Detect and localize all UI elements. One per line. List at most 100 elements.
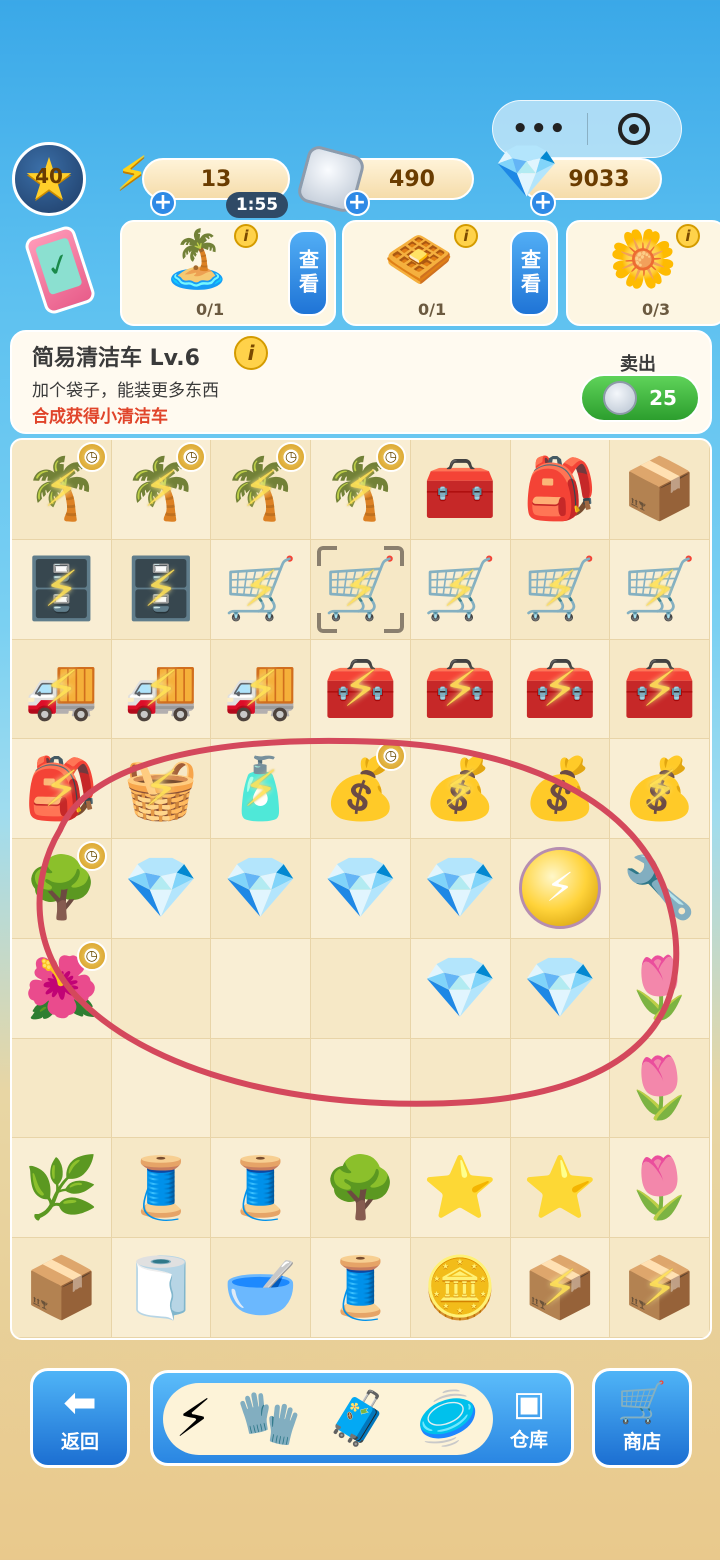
board-cell[interactable]: 🧵 bbox=[211, 1138, 312, 1239]
board-cell[interactable] bbox=[12, 1038, 112, 1139]
board-cell[interactable]: 📦 ⚡ bbox=[610, 1238, 710, 1338]
info-icon[interactable]: i bbox=[676, 224, 700, 248]
board-cell[interactable]: 📦 bbox=[610, 440, 710, 540]
lightning-overlay-icon: ⚡ bbox=[442, 659, 478, 718]
order-card[interactable]: 🌼 0/3 i bbox=[566, 220, 720, 326]
board-cell[interactable]: 💰 ◷ bbox=[311, 739, 411, 840]
board-cell[interactable]: 🌺 ◷ bbox=[12, 938, 112, 1039]
board-cell[interactable]: 🧰 ⚡ bbox=[410, 639, 511, 740]
board-cell[interactable]: 💎 bbox=[311, 839, 411, 939]
board-cell[interactable] bbox=[211, 938, 312, 1039]
board-cell[interactable]: 🛒 ⚡ bbox=[510, 539, 611, 640]
lightning-overlay-icon: ⚡ bbox=[342, 560, 379, 619]
board-cell[interactable]: 🔧 bbox=[610, 839, 710, 939]
board-cell[interactable]: 🧰 ⚡ bbox=[610, 639, 710, 740]
order-progress: 0/1 bbox=[196, 300, 225, 319]
glove-icon[interactable]: 🧤 bbox=[237, 1393, 302, 1445]
board-cell[interactable]: 🚚 ⚡ bbox=[111, 639, 212, 740]
info-icon[interactable]: i bbox=[234, 336, 268, 370]
close-mini-program-button[interactable] bbox=[588, 113, 682, 145]
board-cell[interactable]: 🌳 ◷ bbox=[12, 839, 112, 939]
board-cell[interactable]: 💰 ⚡ bbox=[610, 739, 710, 840]
board-cell[interactable]: 🚚 ⚡ bbox=[211, 639, 312, 740]
board-cell[interactable]: 🎒 bbox=[510, 440, 611, 540]
board-cell[interactable]: 💎 bbox=[211, 839, 312, 939]
info-icon[interactable]: i bbox=[454, 224, 478, 248]
board-cell[interactable]: 📦 bbox=[12, 1238, 112, 1338]
board-cell[interactable]: 💰 bbox=[510, 739, 611, 840]
board-cell[interactable]: 💎 bbox=[410, 839, 511, 939]
board-cell[interactable]: 🧵 bbox=[311, 1238, 411, 1338]
board-cell[interactable]: 💎 bbox=[111, 839, 212, 939]
order-card[interactable]: 🏝️ 0/1 i 查看 bbox=[120, 220, 336, 326]
board-cell[interactable]: 🌷 bbox=[610, 938, 710, 1039]
board-cell[interactable]: 🌴 ⚡ ◷ bbox=[12, 440, 112, 540]
board-item: 🥣 bbox=[223, 1252, 299, 1323]
board-cell[interactable]: 🗄️ ⚡ bbox=[12, 539, 112, 640]
board-cell[interactable] bbox=[111, 938, 212, 1039]
board-cell[interactable]: 🥣 bbox=[211, 1238, 312, 1338]
board-cell[interactable]: 🌷 bbox=[610, 1138, 710, 1239]
board-cell[interactable]: 🛒 ⚡ bbox=[410, 539, 511, 640]
board-cell[interactable]: 🧵 bbox=[111, 1138, 212, 1239]
board-cell[interactable]: 🛒 ⚡ bbox=[311, 539, 411, 640]
basin-icon[interactable]: 🥏 bbox=[416, 1393, 481, 1445]
board-cell[interactable]: 🌴 ⚡ ◷ bbox=[211, 440, 312, 540]
board-cell[interactable]: ⭐ bbox=[410, 1138, 511, 1239]
board-cell[interactable]: 🧰 bbox=[410, 440, 511, 540]
board-cell[interactable] bbox=[211, 1038, 312, 1139]
board-cell[interactable]: 💎 bbox=[510, 938, 611, 1039]
view-order-button[interactable]: 查看 bbox=[288, 230, 328, 316]
board-cell[interactable] bbox=[111, 1038, 212, 1139]
board-cell[interactable] bbox=[410, 1038, 511, 1139]
lightning-icon: ⚡ bbox=[116, 146, 149, 200]
board-cell[interactable]: 🚚 ⚡ bbox=[12, 639, 112, 740]
board-cell[interactable]: 🛒 ⚡ bbox=[610, 539, 710, 640]
lightning-overlay-icon: ⚡ bbox=[243, 659, 279, 718]
board-cell[interactable]: ⚡ bbox=[510, 839, 611, 939]
treasure-chest-icon[interactable]: 🧳 bbox=[326, 1393, 391, 1445]
order-card[interactable]: 🧇 0/1 i 查看 bbox=[342, 220, 558, 326]
board-cell[interactable]: 🗄️ ⚡ bbox=[111, 539, 212, 640]
board-cell[interactable] bbox=[510, 1038, 611, 1139]
add-energy-button[interactable]: + bbox=[150, 190, 176, 216]
lightning-overlay-icon: ⚡ bbox=[243, 560, 279, 619]
board-cell[interactable] bbox=[311, 1038, 411, 1139]
info-icon[interactable]: i bbox=[234, 224, 258, 248]
board-cell[interactable] bbox=[311, 938, 411, 1039]
shop-button[interactable]: 🛒 商店 bbox=[592, 1368, 692, 1468]
board-cell[interactable]: 🧻 bbox=[111, 1238, 212, 1338]
board-cell[interactable]: 🛒 ⚡ bbox=[211, 539, 312, 640]
board-item: ⭐ bbox=[422, 1152, 498, 1223]
sell-button[interactable]: 25 bbox=[580, 374, 700, 422]
board-cell[interactable]: 🌷 bbox=[610, 1038, 710, 1139]
energy-orb-icon[interactable]: ⚡ bbox=[175, 1393, 212, 1445]
board-cell[interactable]: 🪙 bbox=[410, 1238, 511, 1338]
task-phone-button[interactable]: ✓ bbox=[14, 223, 106, 317]
board-cell[interactable]: 🧺 ⚡ bbox=[111, 739, 212, 840]
add-gems-button[interactable]: + bbox=[530, 190, 556, 216]
board-cell[interactable]: 🧰 ⚡ bbox=[311, 639, 411, 740]
board-cell[interactable]: 💰 ⚡ bbox=[410, 739, 511, 840]
item-title: 简易清洁车 Lv.6 bbox=[32, 346, 200, 371]
board-cell[interactable]: 🌴 ⚡ ◷ bbox=[111, 440, 212, 540]
lightning-overlay-icon: ⚡ bbox=[243, 759, 279, 818]
board-cell[interactable]: 🌿 bbox=[12, 1138, 112, 1239]
board-cell[interactable]: 💎 bbox=[410, 938, 511, 1039]
storage-label: 仓库 bbox=[509, 1428, 548, 1451]
board-cell[interactable]: 🎒 ⚡ bbox=[12, 739, 112, 840]
view-order-button[interactable]: 查看 bbox=[510, 230, 550, 316]
storage-button[interactable]: ▣ 仓库 bbox=[495, 1379, 563, 1459]
more-menu-button[interactable]: ••• bbox=[493, 114, 587, 144]
board-cell[interactable]: 🧴 ⚡ bbox=[211, 739, 312, 840]
clock-icon: ◷ bbox=[375, 741, 406, 772]
cart-icon: 🛒 bbox=[617, 1379, 667, 1426]
board-cell[interactable]: ⭐ bbox=[510, 1138, 611, 1239]
add-coins-button[interactable]: + bbox=[344, 190, 370, 216]
board-cell[interactable]: 📦 ⚡ bbox=[510, 1238, 611, 1338]
board-cell[interactable]: 🌳 bbox=[311, 1138, 411, 1239]
back-button[interactable]: ⬅ 返回 bbox=[30, 1368, 130, 1468]
player-level-number: 40 bbox=[35, 164, 63, 188]
board-cell[interactable]: 🧰 ⚡ bbox=[510, 639, 611, 740]
board-cell[interactable]: 🌴 ⚡ ◷ bbox=[311, 440, 411, 540]
